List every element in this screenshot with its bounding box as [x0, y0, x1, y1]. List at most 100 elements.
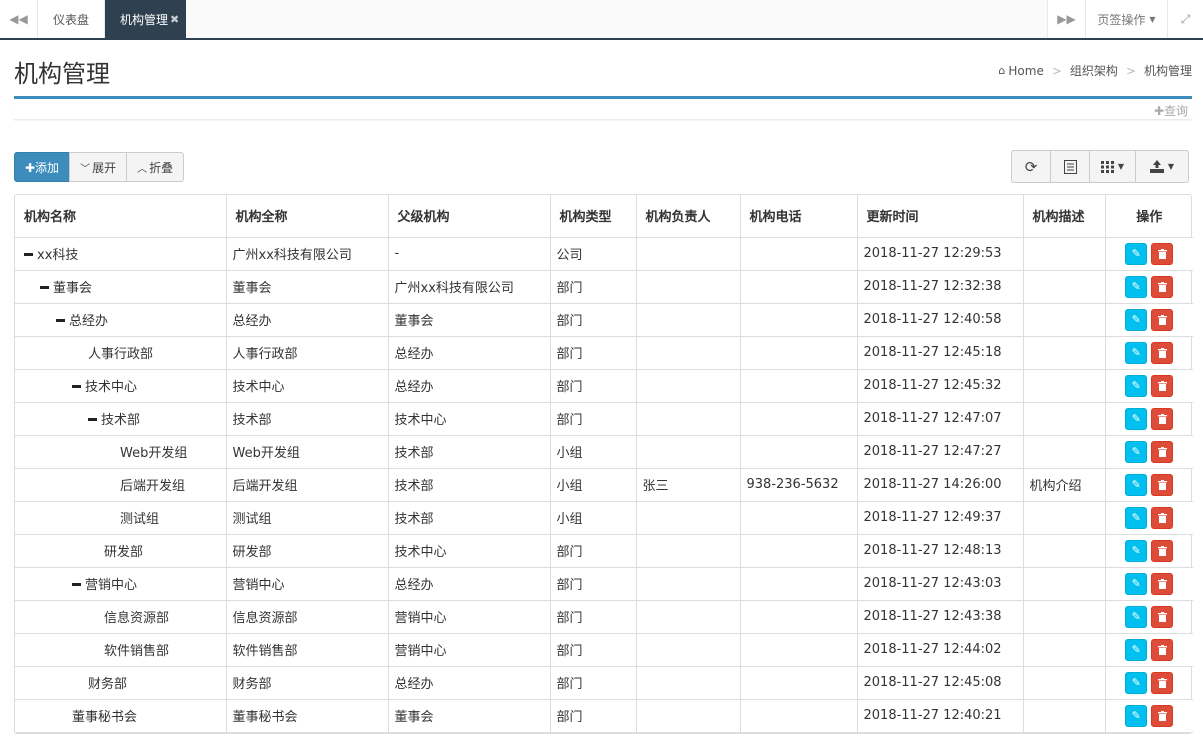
table-row[interactable]: 董事会 董事会 广州xx科技有限公司 部门 2018-11-27 12:32:38 ✎	[15, 270, 1193, 304]
delete-button[interactable]	[1151, 407, 1174, 430]
edit-button[interactable]: ✎	[1125, 506, 1148, 529]
tab-operations-dropdown[interactable]: 页签操作 ▼	[1085, 0, 1167, 38]
delete-button[interactable]	[1151, 539, 1174, 562]
delete-button[interactable]	[1151, 440, 1174, 463]
org-name: 测试组	[120, 512, 160, 527]
phone-cell	[740, 303, 858, 337]
table-row[interactable]: 营销中心 营销中心 总经办 部门 2018-11-27 12:43:03 ✎	[15, 567, 1193, 601]
actions-cell: ✎	[1105, 402, 1193, 436]
edit-button[interactable]: ✎	[1125, 671, 1148, 694]
chevron-down-icon: ﹀	[80, 163, 91, 175]
delete-button[interactable]	[1151, 275, 1174, 298]
edit-icon: ✎	[1131, 709, 1141, 722]
column-header[interactable]: 父级机构	[388, 195, 551, 238]
edit-button[interactable]: ✎	[1125, 407, 1148, 430]
column-header[interactable]: 机构负责人	[636, 195, 741, 238]
org-name: 总经办	[69, 314, 109, 329]
actions-cell: ✎	[1105, 501, 1193, 535]
trash-icon	[1157, 578, 1167, 589]
table-row[interactable]: 技术中心 技术中心 总经办 部门 2018-11-27 12:45:32 ✎	[15, 369, 1193, 403]
fullscreen-button[interactable]: ⤢	[1167, 0, 1203, 38]
edit-button[interactable]: ✎	[1125, 572, 1148, 595]
edit-button[interactable]: ✎	[1125, 341, 1148, 364]
edit-button[interactable]: ✎	[1125, 374, 1148, 397]
scroll-tabs-right-button[interactable]: ▶▶	[1047, 0, 1085, 38]
edit-icon: ✎	[1131, 379, 1141, 392]
add-button[interactable]: ✚添加	[14, 152, 71, 182]
column-header[interactable]: 更新时间	[857, 195, 1024, 238]
delete-button[interactable]	[1151, 242, 1174, 265]
breadcrumb-org-structure[interactable]: 组织架构	[1070, 62, 1118, 79]
column-header[interactable]: 机构名称	[15, 195, 227, 238]
delete-button[interactable]	[1151, 671, 1174, 694]
delete-button[interactable]	[1151, 374, 1174, 397]
delete-button[interactable]	[1151, 506, 1174, 529]
description-cell	[1023, 534, 1106, 568]
edit-button[interactable]: ✎	[1125, 473, 1148, 496]
table-row[interactable]: 软件销售部 软件销售部 营销中心 部门 2018-11-27 12:44:02 ✎	[15, 633, 1193, 667]
table-row[interactable]: 总经办 总经办 董事会 部门 2018-11-27 12:40:58 ✎	[15, 303, 1193, 337]
delete-button[interactable]	[1151, 572, 1174, 595]
actions-cell: ✎	[1105, 303, 1193, 337]
table-row[interactable]: xx科技 广州xx科技有限公司 - 公司 2018-11-27 12:29:53 ✎	[15, 237, 1193, 271]
column-header[interactable]: 机构类型	[550, 195, 637, 238]
column-header[interactable]: 机构描述	[1023, 195, 1106, 238]
edit-icon: ✎	[1131, 577, 1141, 590]
type-cell: 部门	[550, 699, 637, 733]
delete-button[interactable]	[1151, 308, 1174, 331]
collapse-node-icon[interactable]	[56, 319, 65, 322]
breadcrumb-home[interactable]: Home	[1008, 64, 1043, 78]
export-dropdown-button[interactable]: ▼	[1135, 150, 1189, 183]
table-row[interactable]: 董事秘书会 董事秘书会 董事会 部门 2018-11-27 12:40:21 ✎	[15, 699, 1193, 733]
collapse-node-icon[interactable]	[24, 253, 33, 256]
close-icon[interactable]: ✖	[170, 13, 179, 26]
columns-dropdown-button[interactable]: ▼	[1089, 150, 1136, 183]
expand-label: 展开	[92, 160, 117, 175]
collapse-node-icon[interactable]	[72, 583, 81, 586]
leader-cell	[636, 600, 741, 634]
table-row[interactable]: 测试组 测试组 技术部 小组 2018-11-27 12:49:37 ✎	[15, 501, 1193, 535]
delete-button[interactable]	[1151, 473, 1174, 496]
edit-button[interactable]: ✎	[1125, 275, 1148, 298]
delete-button[interactable]	[1151, 638, 1174, 661]
edit-button[interactable]: ✎	[1125, 242, 1148, 265]
edit-button[interactable]: ✎	[1125, 539, 1148, 562]
tab-dashboard[interactable]: 仪表盘	[38, 0, 105, 38]
table-row[interactable]: 人事行政部 人事行政部 总经办 部门 2018-11-27 12:45:18 ✎	[15, 336, 1193, 370]
search-toggle-button[interactable]: ✚查询	[1154, 102, 1188, 119]
expand-button[interactable]: ﹀ 展开	[69, 152, 128, 182]
column-header[interactable]: 机构全称	[226, 195, 389, 238]
toggle-view-button[interactable]	[1050, 150, 1090, 183]
leader-cell	[636, 567, 741, 601]
collapse-node-icon[interactable]	[72, 385, 81, 388]
column-header[interactable]: 机构电话	[740, 195, 858, 238]
delete-button[interactable]	[1151, 704, 1174, 727]
actions-cell: ✎	[1105, 534, 1193, 568]
breadcrumb: ⌂ Home > 组织架构 > 机构管理	[998, 62, 1192, 79]
description-cell	[1023, 369, 1106, 403]
table-row[interactable]: 财务部 财务部 总经办 部门 2018-11-27 12:45:08 ✎	[15, 666, 1193, 700]
edit-button[interactable]: ✎	[1125, 704, 1148, 727]
refresh-button[interactable]: ⟳	[1011, 150, 1051, 183]
edit-button[interactable]: ✎	[1125, 638, 1148, 661]
trash-icon	[1157, 380, 1167, 391]
delete-button[interactable]	[1151, 605, 1174, 628]
delete-button[interactable]	[1151, 341, 1174, 364]
edit-button[interactable]: ✎	[1125, 308, 1148, 331]
collapse-node-icon[interactable]	[40, 286, 49, 289]
collapse-button[interactable]: ︿ 折叠	[126, 152, 185, 182]
edit-button[interactable]: ✎	[1125, 605, 1148, 628]
edit-icon: ✎	[1131, 544, 1141, 557]
table-row[interactable]: Web开发组 Web开发组 技术部 小组 2018-11-27 12:47:27 ✎	[15, 435, 1193, 469]
table-row[interactable]: 后端开发组 后端开发组 技术部 小组 张三 938-236-5632 2018-11-27 …	[15, 468, 1193, 502]
scroll-tabs-left-button[interactable]: ◀◀	[0, 0, 38, 38]
org-name: 后端开发组	[120, 479, 186, 494]
refresh-icon: ⟳	[1024, 157, 1038, 176]
table-row[interactable]: 技术部 技术部 技术中心 部门 2018-11-27 12:47:07 ✎	[15, 402, 1193, 436]
tab-org-management[interactable]: 机构管理 ✖	[105, 0, 186, 38]
collapse-node-icon[interactable]	[88, 418, 97, 421]
org-name: 董事秘书会	[72, 710, 138, 725]
edit-button[interactable]: ✎	[1125, 440, 1148, 463]
table-row[interactable]: 研发部 研发部 技术中心 部门 2018-11-27 12:48:13 ✎	[15, 534, 1193, 568]
table-row[interactable]: 信息资源部 信息资源部 营销中心 部门 2018-11-27 12:43:38 ✎	[15, 600, 1193, 634]
